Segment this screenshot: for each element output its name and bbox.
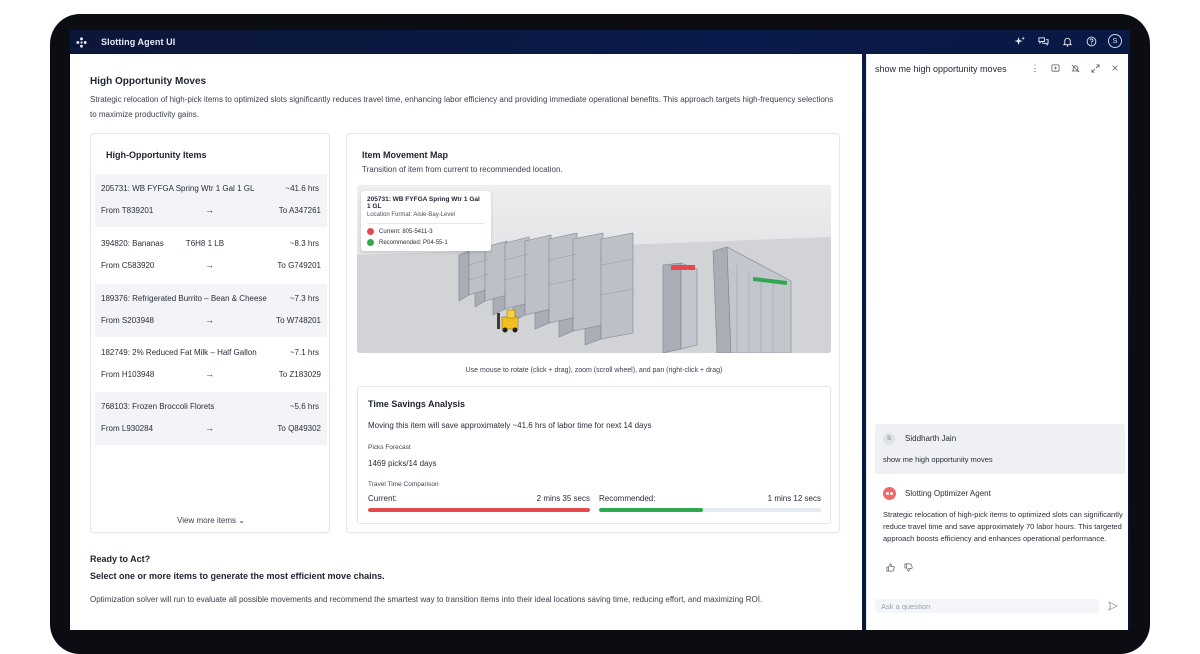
- recommended-travel-value: 1 mins 12 secs: [767, 494, 821, 503]
- picks-forecast-value: 1469 picks/14 days: [368, 459, 437, 468]
- current-travel-label: Current:: [368, 494, 397, 503]
- item-hours: ~7.1 hrs: [289, 348, 319, 357]
- item-name: 205731: WB FYFGA Spring Wtr 1 Gal 1 GL: [101, 184, 255, 193]
- high-opportunity-items-card: High-Opportunity Items 205731: WB FYFGA …: [90, 133, 330, 533]
- current-travel-time: Current: 2 mins 35 secs: [368, 494, 590, 512]
- arrow-right-icon: →: [205, 315, 214, 325]
- title-bar: Slotting Agent UI S: [70, 30, 1130, 54]
- item-from: From T839201: [101, 206, 154, 215]
- arrow-right-icon: →: [205, 260, 214, 270]
- item-to: To W748201: [276, 316, 321, 325]
- main-content: High Opportunity Moves Strategic relocat…: [70, 54, 862, 630]
- app-logo-icon: [75, 36, 87, 48]
- current-travel-value: 2 mins 35 secs: [536, 494, 590, 503]
- arrow-right-icon: →: [205, 369, 214, 379]
- list-item[interactable]: 394820: Bananas T6H8 1 LB ~8.3 hrs From …: [95, 229, 327, 282]
- user-message-text: show me high opportunity moves: [883, 455, 993, 464]
- item-name: 189376: Refrigerated Burrito – Bean & Ch…: [101, 294, 267, 303]
- time-savings-card: Time Savings Analysis Moving this item w…: [357, 386, 831, 524]
- user-message-name: Siddharth Jain: [905, 434, 957, 443]
- tooltip-item: 205731: WB FYFGA Spring Wtr 1 Gal 1 GL: [367, 196, 480, 210]
- chat-panel: show me high opportunity moves ⋮ S Siddh…: [866, 54, 1128, 630]
- agent-name: Slotting Optimizer Agent: [905, 489, 991, 498]
- current-travel-bar-fill: [368, 508, 590, 512]
- item-hours: ~8.3 hrs: [289, 239, 319, 248]
- recommended-travel-time: Recommended: 1 mins 12 secs: [599, 494, 821, 512]
- help-icon[interactable]: [1084, 34, 1098, 48]
- list-item[interactable]: 205731: WB FYFGA Spring Wtr 1 Gal 1 GL ~…: [95, 174, 327, 227]
- sparkle-icon[interactable]: [1012, 34, 1026, 48]
- tooltip-recommended: Recommended: P04-55-1: [379, 239, 448, 246]
- item-from: From C583920: [101, 261, 155, 270]
- recommended-dot-icon: [367, 239, 374, 246]
- close-icon[interactable]: [1110, 62, 1120, 74]
- warehouse-3d-view[interactable]: 205731: WB FYFGA Spring Wtr 1 Gal 1 GL L…: [357, 185, 831, 353]
- chat-header-title: show me high opportunity moves: [875, 64, 1007, 74]
- thumbs-up-icon[interactable]: [885, 562, 895, 572]
- tooltip-format: Location Format: Aisle-Bay-Level: [367, 212, 456, 218]
- item-to: To Z183029: [278, 370, 321, 379]
- current-travel-bar: [368, 508, 590, 512]
- mute-icon[interactable]: [1070, 62, 1080, 74]
- list-item[interactable]: 189376: Refrigerated Burrito – Bean & Ch…: [95, 284, 327, 337]
- item-hours: ~41.6 hrs: [285, 184, 319, 193]
- time-savings-title: Time Savings Analysis: [368, 399, 466, 409]
- item-to: To G749201: [277, 261, 321, 270]
- current-location-marker: [671, 265, 695, 270]
- more-vertical-icon[interactable]: ⋮: [1030, 62, 1040, 74]
- arrow-right-icon: →: [205, 205, 214, 215]
- item-to: To Q849302: [277, 424, 321, 433]
- app-title: Slotting Agent UI: [101, 37, 176, 47]
- feedback-buttons: [885, 562, 913, 572]
- tooltip-current-row: Current: 805-5411-3: [367, 228, 485, 235]
- send-icon[interactable]: [1107, 600, 1119, 612]
- expand-icon[interactable]: [1090, 62, 1100, 74]
- user-message: S Siddharth Jain show me high opportunit…: [875, 424, 1125, 474]
- item-movement-map-card: Item Movement Map Transition of item fro…: [346, 133, 840, 533]
- thumbs-down-icon[interactable]: [903, 562, 913, 572]
- page-description: Strategic relocation of high-pick items …: [90, 95, 834, 119]
- item-name: 768103: Frozen Broccoli Florets: [101, 402, 215, 411]
- items-card-title: High-Opportunity Items: [106, 150, 207, 160]
- item-from: From H103948: [101, 370, 155, 379]
- location-tooltip: 205731: WB FYFGA Spring Wtr 1 Gal 1 GL L…: [361, 191, 491, 251]
- new-chat-icon[interactable]: [1050, 62, 1060, 74]
- user-message-avatar: S: [883, 433, 895, 445]
- item-from: From S203948: [101, 316, 154, 325]
- list-item[interactable]: 768103: Frozen Broccoli Florets ~5.6 hrs…: [95, 392, 327, 445]
- map-subtitle: Transition of item from current to recom…: [362, 165, 563, 174]
- travel-comparison-label: Travel Time Comparison: [368, 481, 439, 488]
- agent-avatar-icon: [883, 487, 896, 500]
- page-title: High Opportunity Moves: [90, 76, 207, 87]
- picks-forecast-label: Picks Forecast: [368, 444, 411, 451]
- tooltip-recommended-row: Recommended: P04-55-1: [367, 239, 485, 246]
- arrow-right-icon: →: [205, 423, 214, 433]
- ready-subtitle: Select one or more items to generate the…: [90, 571, 385, 581]
- item-hours: ~7.3 hrs: [289, 294, 319, 303]
- user-avatar[interactable]: S: [1108, 34, 1122, 48]
- item-to: To A347261: [278, 206, 321, 215]
- current-dot-icon: [367, 228, 374, 235]
- chat-input[interactable]: [875, 599, 1099, 613]
- agent-message-text: Strategic relocation of high-pick items …: [883, 510, 1123, 543]
- time-savings-description: Moving this item will save approximately…: [368, 421, 652, 430]
- item-hours: ~5.6 hrs: [289, 402, 319, 411]
- map-controls-hint: Use mouse to rotate (click + drag), zoom…: [465, 367, 723, 374]
- view-more-items-link[interactable]: View more items ⌄: [91, 516, 331, 525]
- tooltip-current: Current: 805-5411-3: [379, 228, 433, 235]
- map-title: Item Movement Map: [362, 150, 449, 160]
- list-item[interactable]: 182749: 2% Reduced Fat Milk – Half Gallo…: [95, 338, 327, 391]
- recommended-travel-bar-fill: [599, 508, 704, 512]
- app-window: Slotting Agent UI S High Opportunity Mov…: [70, 30, 1130, 630]
- item-name: 182749: 2% Reduced Fat Milk – Half Gallo…: [101, 348, 257, 357]
- ready-description: Optimization solver will run to evaluate…: [90, 595, 763, 604]
- chat-bubbles-icon[interactable]: [1036, 34, 1050, 48]
- ready-title: Ready to Act?: [90, 554, 151, 564]
- recommended-travel-bar: [599, 508, 821, 512]
- recommended-travel-label: Recommended:: [599, 494, 656, 503]
- item-name: 394820: Bananas T6H8 1 LB: [101, 239, 225, 248]
- item-from: From L930284: [101, 424, 154, 433]
- bell-icon[interactable]: [1060, 34, 1074, 48]
